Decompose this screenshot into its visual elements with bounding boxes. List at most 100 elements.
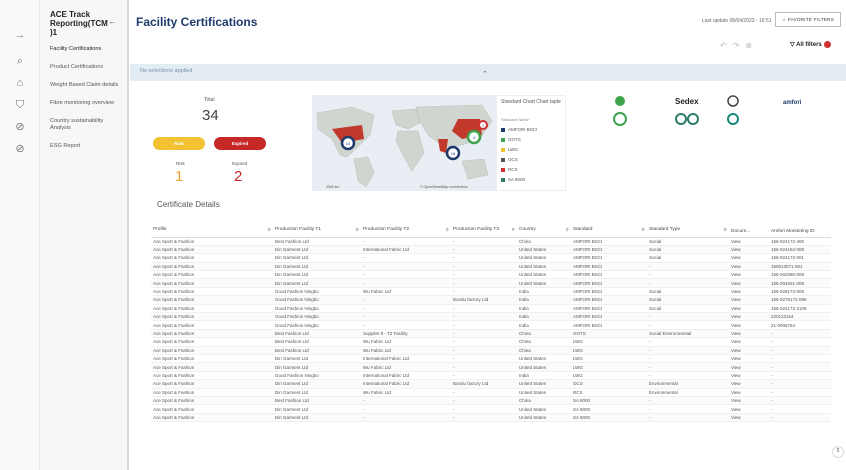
header-facility-t1[interactable]: Production Facility T1 ⌕: [273, 213, 361, 238]
table-row[interactable]: Ace Sport & Fashion Best Fashion Ltd Suppl…: [151, 329, 831, 339]
undo-icon[interactable]: ↶: [720, 41, 733, 50]
table-row[interactable]: Ace Sport & Fashion Best Fashion Ltd Wu Fa…: [151, 346, 831, 355]
table-row[interactable]: Ace Sport & Fashion Best Fashion Ltd - - Chi…: [151, 396, 831, 406]
all-filters-button[interactable]: ▽ All filters: [790, 41, 831, 48]
table-row[interactable]: Ace Sport & Fashion Din Garment Ltd - - Unit…: [151, 278, 831, 288]
table-row[interactable]: Ace Sport & Fashion Good Fashion Ningbo - -…: [151, 312, 831, 322]
header-country[interactable]: Country ⌕: [517, 213, 571, 238]
cell-document[interactable]: View: [729, 278, 769, 288]
cell-document[interactable]: View: [729, 312, 769, 322]
cell-standard-type: Social: [647, 245, 729, 255]
cell-document[interactable]: View: [729, 413, 769, 423]
cell-document[interactable]: View: [729, 354, 769, 364]
search-icon[interactable]: ⌕: [566, 227, 569, 234]
cell-document[interactable]: View: [729, 237, 769, 246]
legend-item[interactable]: LWG: [501, 147, 518, 152]
cell-document[interactable]: View: [729, 404, 769, 414]
table-row[interactable]: Ace Sport & Fashion Din Garment Ltd Intern…: [151, 354, 831, 364]
table-row[interactable]: Ace Sport & Fashion Din Garment Ltd Wu Fab…: [151, 388, 831, 397]
search-icon[interactable]: ⌕: [642, 227, 645, 234]
legend-item[interactable]: SA 8000: [501, 177, 525, 182]
expired-pill[interactable]: Expired: [214, 137, 266, 150]
ocs-rcs-logo[interactable]: [675, 113, 699, 125]
search-icon[interactable]: ⌕: [356, 227, 359, 234]
legend-item[interactable]: AMFORI BSCI: [501, 127, 537, 132]
sedex-logo[interactable]: Sedex: [675, 97, 699, 106]
cell-document[interactable]: View: [729, 253, 769, 263]
cell-document[interactable]: View: [729, 379, 769, 389]
redo-icon[interactable]: ↷: [733, 41, 746, 50]
cell-document[interactable]: View: [729, 346, 769, 355]
table-row[interactable]: Ace Sport & Fashion Din Garment Ltd - - Unit…: [151, 404, 831, 414]
scroll-indicator-icon[interactable]: ⇕: [832, 446, 844, 458]
pin-icon-2[interactable]: ⊘: [8, 140, 32, 158]
cell-document[interactable]: View: [729, 388, 769, 397]
table-row[interactable]: Ace Sport & Fashion Good Fashion Ningbo - B…: [151, 295, 831, 305]
cell-document[interactable]: View: [729, 329, 769, 339]
header-standard[interactable]: Standard ⌕: [571, 213, 647, 238]
chevron-up-icon[interactable]: ⌃: [482, 70, 488, 78]
cell-document[interactable]: View: [729, 270, 769, 280]
cell-document[interactable]: View: [729, 362, 769, 372]
sidebar-item-product-certifications[interactable]: Product Certifications: [50, 64, 128, 71]
cell-document[interactable]: View: [729, 245, 769, 255]
cell-document[interactable]: View: [729, 320, 769, 330]
table-row[interactable]: Ace Sport & Fashion Good Fashion Ningbo Wu…: [151, 287, 831, 297]
header-document[interactable]: Docum...: [729, 213, 769, 238]
cell-document[interactable]: View: [729, 371, 769, 381]
gots-logo[interactable]: [613, 96, 627, 126]
search-icon[interactable]: ⌕: [724, 227, 727, 234]
table-row[interactable]: Ace Sport & Fashion Din Garment Ltd Wu Fab…: [151, 362, 831, 372]
bookmark-icon[interactable]: ⛉: [8, 96, 32, 114]
table-row[interactable]: Ace Sport & Fashion Din Garment Ltd Intern…: [151, 379, 831, 389]
cell-document[interactable]: View: [729, 304, 769, 314]
header-facility-t3[interactable]: Production Facility T3 ⌕: [451, 213, 517, 238]
legend-item[interactable]: OCS: [501, 157, 518, 162]
sidebar-item-weight-claims[interactable]: Weight Based Claim details: [50, 82, 128, 89]
search-icon[interactable]: ⌕: [268, 227, 271, 234]
table-row[interactable]: Ace Sport & Fashion Good Fashion Ningbo In…: [151, 371, 831, 381]
header-amfori-id[interactable]: Amfori Monitoring ID: [769, 213, 831, 238]
table-row[interactable]: Ace Sport & Fashion Good Fashion Ningbo - -…: [151, 320, 831, 330]
sidebar-item-facility-certifications[interactable]: Facility Certifications: [50, 46, 128, 53]
cell-standard: AMFORI BSCI: [571, 320, 647, 330]
header-profile[interactable]: Profile ⌕: [151, 213, 273, 238]
favorite-filters-button[interactable]: ☆ FAVORITE FILTERS: [775, 12, 841, 27]
risk-pill[interactable]: Risk: [153, 137, 205, 150]
table-row[interactable]: Ace Sport & Fashion Din Garment Ltd - - Unit…: [151, 253, 831, 263]
table-row[interactable]: Ace Sport & Fashion Best Fashion Ltd Wu Fa…: [151, 337, 831, 347]
search-icon[interactable]: ⌕: [8, 52, 32, 70]
cell-profile: Ace Sport & Fashion: [151, 404, 273, 414]
cell-document[interactable]: View: [729, 287, 769, 297]
sidebar-item-esg-report[interactable]: ESG Report: [50, 143, 128, 150]
table-row[interactable]: Ace Sport & Fashion Good Fashion Ningbo - -…: [151, 304, 831, 314]
table-row[interactable]: Ace Sport & Fashion Din Garment Ltd - - Unit…: [151, 270, 831, 280]
header-facility-t2[interactable]: Production Facility T2 ⌕: [361, 213, 451, 238]
cell-document[interactable]: View: [729, 295, 769, 305]
cell-document[interactable]: View: [729, 396, 769, 406]
clear-icon[interactable]: ⊗: [745, 41, 758, 50]
table-row[interactable]: Ace Sport & Fashion Din Garment Ltd Intern…: [151, 245, 831, 255]
home-icon[interactable]: ⌂: [8, 74, 32, 92]
search-icon[interactable]: ⌕: [446, 227, 449, 234]
cell-document[interactable]: View: [729, 262, 769, 272]
legend-item[interactable]: GOTS: [501, 137, 521, 142]
sidebar-item-country-analysis[interactable]: Country sustainability Analysis: [50, 118, 110, 132]
cell-profile: Ace Sport & Fashion: [151, 354, 273, 364]
world-map[interactable]: 15 18 4 1 3000 km © OpenStreetMap contri…: [312, 95, 496, 191]
legend-item[interactable]: RCS: [501, 167, 518, 172]
table-row[interactable]: Ace Sport & Fashion Best Fashion Ltd - - Chi…: [151, 237, 831, 246]
table-row[interactable]: Ace Sport & Fashion Din Garment Ltd - - Unit…: [151, 262, 831, 272]
amfori-logo[interactable]: amfori: [783, 100, 802, 106]
expand-arrow-icon[interactable]: →: [8, 26, 32, 44]
toolbar-icons: ↶↷⊗: [720, 41, 758, 50]
search-icon[interactable]: ⌕: [512, 227, 515, 234]
sa8000-logo[interactable]: [727, 95, 739, 125]
back-arrow-icon[interactable]: ←: [108, 16, 117, 26]
cell-document[interactable]: View: [729, 337, 769, 347]
table-row[interactable]: Ace Sport & Fashion Din Garment Ltd - - Unit…: [151, 413, 831, 423]
header-standard-type[interactable]: Standard Type ⌕: [647, 213, 729, 238]
legend-label: GOTS: [508, 137, 521, 142]
pin-icon[interactable]: ⊘: [8, 118, 32, 136]
sidebar-item-fibre-monitoring[interactable]: Fibre monitoring overview: [50, 100, 128, 107]
